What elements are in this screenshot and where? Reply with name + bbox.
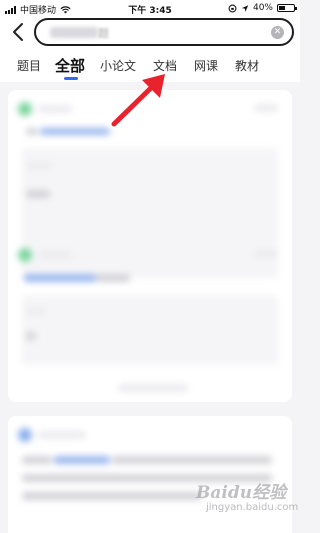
category-tabs: 题目 全部 小论文 文档 网课 教材 xyxy=(0,50,300,82)
watermark-url: jingyan.baidu.com xyxy=(206,502,299,513)
result-card[interactable] xyxy=(8,90,292,402)
tab-textbooks[interactable]: 教材 xyxy=(235,57,259,74)
tab-short-papers[interactable]: 小论文 xyxy=(100,57,136,74)
battery-icon xyxy=(277,4,297,12)
search-header: 题 ✕ xyxy=(0,16,300,50)
active-tab-indicator xyxy=(64,77,78,80)
tab-online-courses[interactable]: 网课 xyxy=(194,57,218,74)
app-screen: 中国移动 下午 3:45 40% 题 ✕ 题目 全部 小论文 文档 网课 教材 … xyxy=(0,0,300,533)
tab-questions[interactable]: 题目 xyxy=(17,57,41,74)
location-icon xyxy=(241,4,249,12)
search-query-suffix: 题 xyxy=(98,27,109,40)
battery-level xyxy=(279,6,285,10)
search-query-blurred xyxy=(50,27,98,38)
tab-all[interactable]: 全部 xyxy=(55,55,85,76)
tab-documents[interactable]: 文档 xyxy=(153,57,177,74)
blurred-card-content xyxy=(8,90,292,402)
watermark-logo: Baidu经验 xyxy=(196,483,287,503)
search-results xyxy=(0,82,300,533)
orientation-lock-icon xyxy=(228,4,237,12)
clear-search-button[interactable]: ✕ xyxy=(271,26,284,39)
clear-circle-icon: ✕ xyxy=(273,27,282,37)
status-bar: 中国移动 下午 3:45 40% xyxy=(0,0,300,16)
search-box[interactable]: 题 ✕ xyxy=(34,18,294,46)
status-right: 40% xyxy=(228,3,297,13)
baidu-jingyan-watermark: Baidu经验 jingyan.baidu.com xyxy=(196,478,299,522)
back-button[interactable] xyxy=(10,22,28,42)
battery-percent: 40% xyxy=(252,3,273,13)
